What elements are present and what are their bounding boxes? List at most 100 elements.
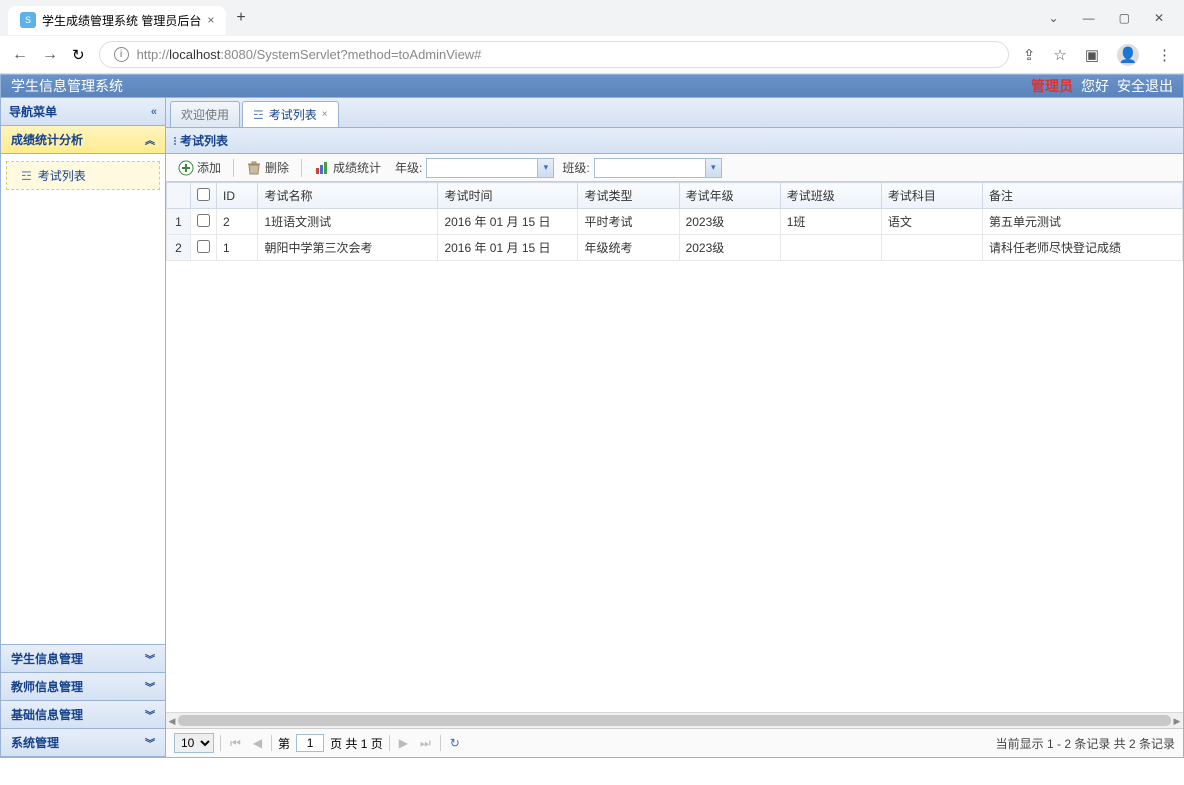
col-type[interactable]: 考试类型: [578, 183, 679, 209]
select-all-checkbox[interactable]: [197, 188, 210, 201]
sidebar-section-system[interactable]: 系统管理 ︾: [1, 729, 165, 757]
sidebar: 导航菜单 « 成绩统计分析 ︽ ☲ 考试列表 学生信息管理 ︾ 教师信息管理: [1, 98, 166, 757]
row-checkbox[interactable]: [197, 214, 210, 227]
section-label: 教师信息管理: [11, 678, 83, 695]
minimize-icon[interactable]: —: [1083, 11, 1095, 25]
row-checkbox[interactable]: [197, 240, 210, 253]
tab-label: 欢迎使用: [181, 106, 229, 123]
toolbar: 添加 删除 成绩统计 年级: ▾ 班级: ▾: [166, 154, 1183, 182]
table-row[interactable]: 2 1 朝阳中学第三次会考 2016 年 01 月 15 日 年级统考 2023…: [167, 235, 1183, 261]
horizontal-scrollbar[interactable]: ◀ ▶: [166, 712, 1183, 728]
chevron-down-icon[interactable]: ▾: [537, 159, 553, 177]
separator: [271, 735, 272, 751]
col-name[interactable]: 考试名称: [258, 183, 438, 209]
cell-grade: 2023级: [679, 235, 780, 261]
btn-label: 添加: [197, 159, 221, 176]
grade-input[interactable]: [427, 161, 537, 175]
next-page-icon[interactable]: ▶: [396, 736, 411, 750]
last-page-icon[interactable]: ⏭: [417, 736, 434, 751]
row-num: 2: [167, 235, 191, 261]
chevron-down-icon[interactable]: ▾: [705, 159, 721, 177]
class-combo[interactable]: ▾: [594, 158, 722, 178]
stats-button[interactable]: 成绩统计: [308, 157, 387, 178]
sidebar-item-exam-list[interactable]: ☲ 考试列表: [7, 162, 159, 189]
profile-icon[interactable]: 👤: [1117, 44, 1139, 66]
cell-remark: 第五单元测试: [983, 209, 1183, 235]
reload-icon[interactable]: ↻: [72, 46, 85, 64]
cell-class: 1班: [780, 209, 881, 235]
grade-combo[interactable]: ▾: [426, 158, 554, 178]
close-tab-icon[interactable]: ×: [322, 109, 328, 120]
section-label: 系统管理: [11, 734, 59, 751]
chevron-down-icon[interactable]: ⌄: [1049, 11, 1059, 25]
cell-id: 1: [217, 235, 258, 261]
sidebar-section-student[interactable]: 学生信息管理 ︾: [1, 645, 165, 673]
col-rownum: [167, 183, 191, 209]
table-row[interactable]: 1 2 1班语文测试 2016 年 01 月 15 日 平时考试 2023级 1…: [167, 209, 1183, 235]
col-subject[interactable]: 考试科目: [881, 183, 982, 209]
sidebar-title: 导航菜单: [9, 103, 57, 120]
site-info-icon[interactable]: i: [114, 47, 129, 62]
section-label: 基础信息管理: [11, 706, 83, 723]
main-tabs: 欢迎使用 ☲ 考试列表 ×: [166, 98, 1183, 128]
scroll-right-icon[interactable]: ▶: [1171, 713, 1183, 729]
collapse-icon[interactable]: «: [151, 106, 157, 118]
chart-icon: [314, 160, 330, 176]
panel-title-bar: 考试列表: [166, 128, 1183, 154]
chevron-down-icon: ︾: [145, 735, 155, 750]
separator: [389, 735, 390, 751]
col-class[interactable]: 考试班级: [780, 183, 881, 209]
back-icon[interactable]: ←: [12, 46, 28, 64]
close-window-icon[interactable]: ✕: [1154, 11, 1164, 25]
scroll-thumb[interactable]: [178, 715, 1171, 726]
new-tab-button[interactable]: +: [226, 5, 255, 31]
maximize-icon[interactable]: ▢: [1119, 11, 1130, 25]
data-grid: ID 考试名称 考试时间 考试类型 考试年级 考试班级 考试科目 备注 1 2 …: [166, 182, 1183, 712]
section-label: 学生信息管理: [11, 650, 83, 667]
page-prefix: 第: [278, 735, 290, 752]
col-grade[interactable]: 考试年级: [679, 183, 780, 209]
sidebar-section-stats[interactable]: 成绩统计分析 ︽: [1, 126, 165, 154]
col-time[interactable]: 考试时间: [438, 183, 578, 209]
sidebar-section-teacher[interactable]: 教师信息管理 ︾: [1, 673, 165, 701]
col-id[interactable]: ID: [217, 183, 258, 209]
refresh-icon[interactable]: ↻: [447, 736, 463, 750]
page-suffix: 页 共 1 页: [330, 735, 383, 752]
menu-icon[interactable]: ⋮: [1157, 46, 1172, 64]
prev-page-icon[interactable]: ◀: [250, 736, 265, 750]
cell-time: 2016 年 01 月 15 日: [438, 235, 578, 261]
separator: [301, 159, 302, 177]
address-bar: ← → ↻ i http://localhost:8080/SystemServ…: [0, 36, 1184, 74]
logout-link[interactable]: 安全退出: [1117, 76, 1173, 96]
forward-icon[interactable]: →: [42, 46, 58, 64]
scroll-left-icon[interactable]: ◀: [166, 713, 178, 729]
add-button[interactable]: 添加: [172, 157, 227, 178]
page-size-select[interactable]: 10: [174, 733, 214, 753]
btn-label: 成绩统计: [333, 159, 381, 176]
tab-exam-list[interactable]: ☲ 考试列表 ×: [242, 101, 339, 127]
page-input[interactable]: [296, 734, 324, 752]
user-role: 管理员: [1031, 76, 1073, 96]
separator: [233, 159, 234, 177]
separator: [220, 735, 221, 751]
share-icon[interactable]: ⇪: [1023, 46, 1036, 64]
cell-name: 朝阳中学第三次会考: [258, 235, 438, 261]
list-icon: ☲: [253, 108, 264, 122]
add-icon: [178, 160, 194, 176]
sidebar-section-base[interactable]: 基础信息管理 ︾: [1, 701, 165, 729]
grade-label: 年级:: [395, 159, 422, 176]
first-page-icon[interactable]: ⏮: [227, 736, 244, 751]
bookmark-icon[interactable]: ☆: [1053, 46, 1066, 64]
panel-icon[interactable]: ▣: [1085, 46, 1099, 64]
cell-remark: 请科任老师尽快登记成绩: [983, 235, 1183, 261]
class-input[interactable]: [595, 161, 705, 175]
tab-welcome[interactable]: 欢迎使用: [170, 101, 240, 127]
close-icon[interactable]: ×: [207, 13, 214, 27]
col-remark[interactable]: 备注: [983, 183, 1183, 209]
url-input[interactable]: i http://localhost:8080/SystemServlet?me…: [99, 41, 1009, 68]
delete-button[interactable]: 删除: [240, 157, 295, 178]
browser-tab-bar: S 学生成绩管理系统 管理员后台 × + ⌄ — ▢ ✕: [0, 0, 1184, 36]
section-label: 成绩统计分析: [11, 131, 83, 148]
cell-type: 年级统考: [578, 235, 679, 261]
browser-tab[interactable]: S 学生成绩管理系统 管理员后台 ×: [8, 6, 226, 35]
